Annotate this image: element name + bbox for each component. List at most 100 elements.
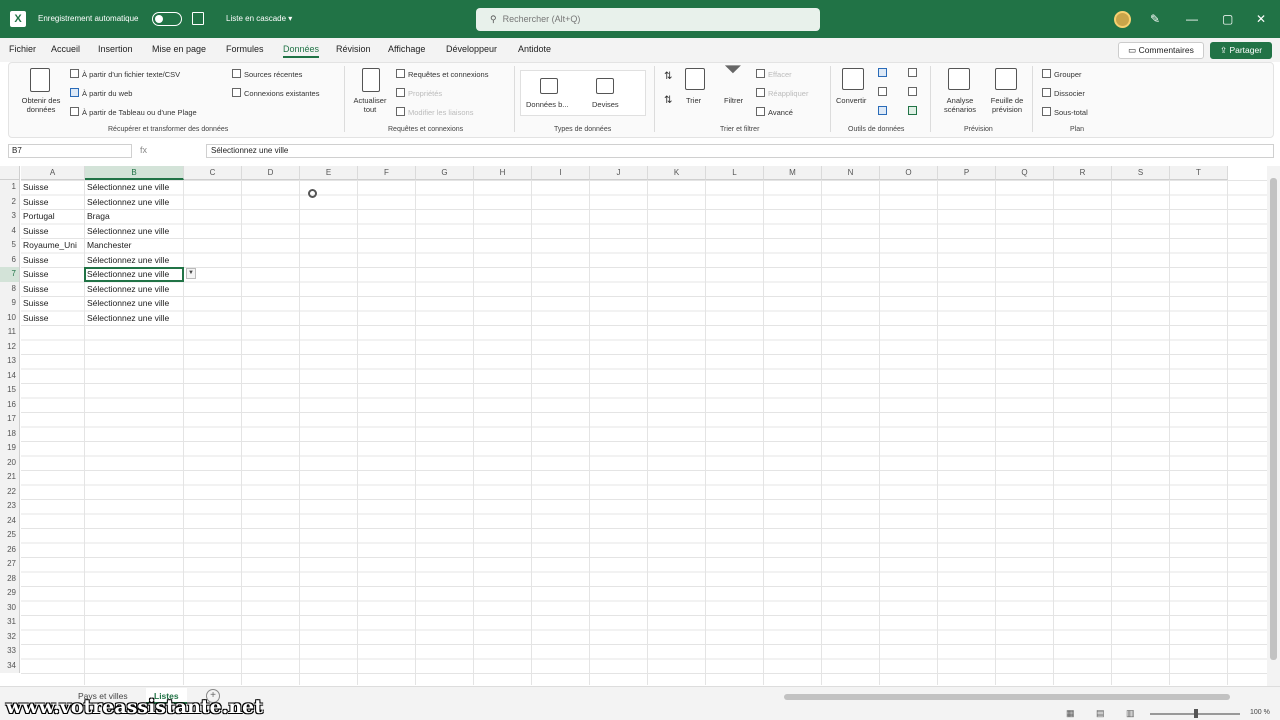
column-header[interactable]: M <box>764 166 822 180</box>
select-all-corner[interactable] <box>0 166 20 180</box>
from-web-button[interactable]: À partir du web <box>70 88 132 98</box>
cell-country[interactable]: Suisse <box>21 195 84 210</box>
column-header[interactable]: G <box>416 166 474 180</box>
cell-city[interactable]: Manchester <box>85 238 184 253</box>
search-input[interactable]: ⚲ Rechercher (Alt+Q) <box>476 8 820 31</box>
row-header[interactable]: 19 <box>0 441 20 456</box>
maximize-button[interactable]: ▢ <box>1222 12 1233 26</box>
properties-button[interactable]: Propriétés <box>396 88 442 98</box>
row-header[interactable]: 17 <box>0 412 20 427</box>
edit-links-button[interactable]: Modifier les liaisons <box>396 107 473 117</box>
tab-revision[interactable]: Révision <box>336 44 371 54</box>
what-if-button[interactable]: Analyse scénarios <box>938 96 982 114</box>
cell-country[interactable]: Suisse <box>21 296 84 311</box>
pen-icon[interactable]: ✎ <box>1150 12 1160 26</box>
avatar[interactable] <box>1114 11 1131 28</box>
page-break-icon[interactable]: ▥ <box>1126 708 1135 719</box>
sort-za-icon[interactable]: ⇅ <box>664 96 672 106</box>
column-header[interactable]: B <box>85 166 184 180</box>
column-header[interactable]: A <box>21 166 85 180</box>
column-header[interactable]: L <box>706 166 764 180</box>
row-header[interactable]: 1 <box>0 180 20 195</box>
cell-country[interactable]: Suisse <box>21 180 84 195</box>
zoom-slider-thumb[interactable] <box>1194 709 1198 718</box>
flash-fill-icon[interactable] <box>878 68 887 77</box>
cell-country[interactable]: Suisse <box>21 311 84 326</box>
row-header[interactable]: 10 <box>0 310 20 325</box>
column-header[interactable]: J <box>590 166 648 180</box>
column-header[interactable]: C <box>184 166 242 180</box>
cell-country[interactable]: Suisse <box>21 224 84 239</box>
row-header[interactable]: 32 <box>0 629 20 644</box>
close-button[interactable]: ✕ <box>1256 12 1266 26</box>
queries-connections-button[interactable]: Requêtes et connexions <box>396 69 488 79</box>
cell-country[interactable]: Suisse <box>21 267 84 282</box>
fx-icon[interactable]: fx <box>140 145 147 155</box>
get-data-button[interactable]: Obtenir des données <box>16 96 66 114</box>
column-header[interactable]: T <box>1170 166 1228 180</box>
row-header[interactable]: 27 <box>0 557 20 572</box>
remove-duplicates-icon[interactable] <box>878 87 887 96</box>
row-header[interactable]: 25 <box>0 528 20 543</box>
row-header[interactable]: 26 <box>0 542 20 557</box>
row-header[interactable]: 2 <box>0 194 20 209</box>
cell-country[interactable]: Suisse <box>21 253 84 268</box>
forecast-sheet-button[interactable]: Feuille de prévision <box>986 96 1028 114</box>
cell-city[interactable]: Sélectionnez une ville <box>85 180 184 195</box>
advanced-button[interactable]: Avancé <box>756 107 793 117</box>
row-header[interactable]: 14 <box>0 368 20 383</box>
autosave-toggle[interactable] <box>152 12 182 26</box>
column-header[interactable]: R <box>1054 166 1112 180</box>
cell-country[interactable]: Royaume_Uni <box>21 238 84 253</box>
row-header[interactable]: 6 <box>0 252 20 267</box>
column-header[interactable]: S <box>1112 166 1170 180</box>
cell-city[interactable]: Sélectionnez une ville <box>85 195 184 210</box>
refresh-all-button[interactable]: Actualiser tout <box>350 96 390 114</box>
row-header[interactable]: 21 <box>0 470 20 485</box>
row-header[interactable]: 29 <box>0 586 20 601</box>
row-header[interactable]: 3 <box>0 209 20 224</box>
row-header[interactable]: 28 <box>0 571 20 586</box>
existing-connections-button[interactable]: Connexions existantes <box>232 88 319 98</box>
tab-formules[interactable]: Formules <box>226 44 264 54</box>
column-header[interactable]: I <box>532 166 590 180</box>
consolidate-icon[interactable] <box>908 68 917 77</box>
row-header[interactable]: 11 <box>0 325 20 340</box>
subtotal-button[interactable]: Sous-total <box>1042 107 1088 117</box>
share-button[interactable]: ⇪ Partager <box>1210 42 1272 59</box>
cell-dropdown-button[interactable]: ▼ <box>186 268 196 279</box>
cell-country[interactable]: Suisse <box>21 282 84 297</box>
active-cell[interactable] <box>84 267 184 282</box>
row-header[interactable]: 12 <box>0 339 20 354</box>
cell-city[interactable]: Sélectionnez une ville <box>85 224 184 239</box>
row-header[interactable]: 33 <box>0 644 20 659</box>
column-header[interactable]: H <box>474 166 532 180</box>
column-header[interactable]: O <box>880 166 938 180</box>
column-header[interactable]: D <box>242 166 300 180</box>
row-header[interactable]: 16 <box>0 397 20 412</box>
row-header[interactable]: 5 <box>0 238 20 253</box>
cell-city[interactable]: Sélectionnez une ville <box>85 282 184 297</box>
column-header[interactable]: P <box>938 166 996 180</box>
reapply-button[interactable]: Réappliquer <box>756 88 808 98</box>
row-header[interactable]: 15 <box>0 383 20 398</box>
grid[interactable] <box>21 180 1267 685</box>
tab-fichier[interactable]: Fichier <box>9 44 36 54</box>
data-model-icon[interactable] <box>908 106 917 115</box>
row-header[interactable]: 9 <box>0 296 20 311</box>
data-type-stocks[interactable]: Données b... <box>526 100 569 109</box>
sort-az-icon[interactable]: ⇅ <box>664 72 672 82</box>
cell-city[interactable]: Braga <box>85 209 184 224</box>
row-header[interactable]: 24 <box>0 513 20 528</box>
column-header[interactable]: K <box>648 166 706 180</box>
zoom-level[interactable]: 100 % <box>1250 709 1270 716</box>
column-header[interactable]: E <box>300 166 358 180</box>
row-header[interactable]: 31 <box>0 615 20 630</box>
cell-country[interactable]: Portugal <box>21 209 84 224</box>
data-type-currencies[interactable]: Devises <box>592 100 619 109</box>
row-header[interactable]: 30 <box>0 600 20 615</box>
convert-button[interactable]: Convertir <box>836 96 866 105</box>
group-button[interactable]: Grouper <box>1042 69 1082 79</box>
data-types-gallery[interactable] <box>520 70 646 116</box>
normal-view-icon[interactable]: ▦ <box>1066 708 1075 719</box>
